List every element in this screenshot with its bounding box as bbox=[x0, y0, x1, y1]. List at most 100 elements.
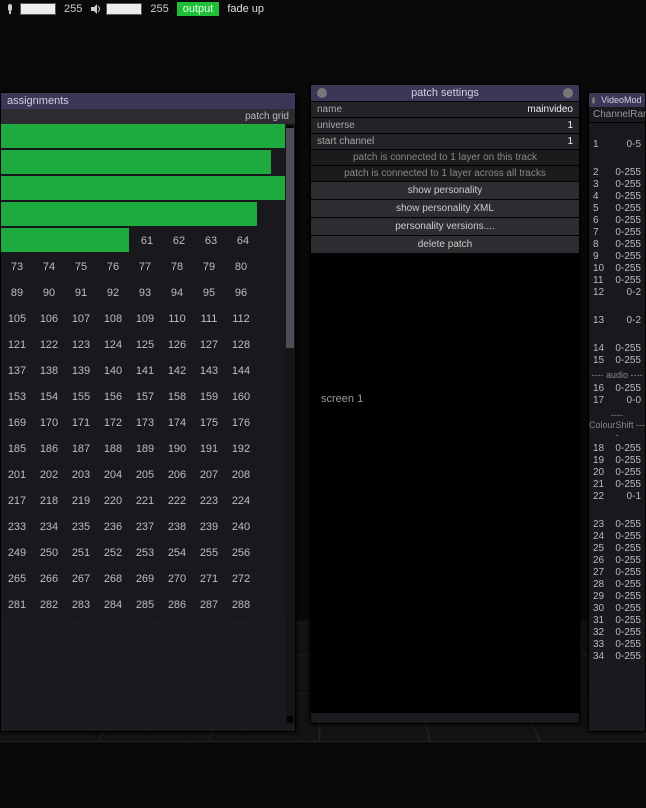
grid-cell[interactable]: 61 bbox=[131, 235, 163, 247]
grid-cell[interactable]: 159 bbox=[193, 391, 225, 403]
grid-cell[interactable]: 158 bbox=[161, 391, 193, 403]
grid-cell[interactable]: 107 bbox=[65, 313, 97, 325]
grid-cell[interactable]: 92 bbox=[97, 287, 129, 299]
grid-cell[interactable]: 144 bbox=[225, 365, 257, 377]
grid-cell[interactable]: 111 bbox=[193, 313, 225, 325]
channel-row[interactable]: 330-255 bbox=[589, 639, 645, 651]
grid-cell[interactable]: 268 bbox=[97, 573, 129, 585]
grid-cell[interactable]: 173 bbox=[129, 417, 161, 429]
grid-cell[interactable]: 204 bbox=[97, 469, 129, 481]
channel-row[interactable]: 120-2 bbox=[589, 287, 645, 299]
show-personality-xml-button[interactable]: show personality XML bbox=[311, 199, 579, 217]
grid-cell[interactable]: 254 bbox=[161, 547, 193, 559]
scroll-thumb[interactable] bbox=[286, 128, 294, 348]
grid-cell[interactable]: 75 bbox=[65, 261, 97, 273]
grid-cell[interactable]: 285 bbox=[129, 599, 161, 611]
grid-cell[interactable]: 270 bbox=[161, 573, 193, 585]
grid-cell[interactable]: 207 bbox=[193, 469, 225, 481]
channel-row[interactable]: 30-255 bbox=[589, 179, 645, 191]
patch-bar[interactable] bbox=[1, 176, 285, 200]
channel-row[interactable]: 280-255 bbox=[589, 579, 645, 591]
grid-cell[interactable]: 110 bbox=[161, 313, 193, 325]
grid-cell[interactable]: 64 bbox=[227, 235, 259, 247]
grid-cell[interactable]: 191 bbox=[193, 443, 225, 455]
grid-cell[interactable]: 125 bbox=[129, 339, 161, 351]
channel-row[interactable]: 170-0 bbox=[589, 395, 645, 407]
grid-cell[interactable]: 205 bbox=[129, 469, 161, 481]
grid-cell[interactable]: 154 bbox=[33, 391, 65, 403]
channel-row[interactable]: 340-255 bbox=[589, 651, 645, 663]
grid-cell[interactable]: 239 bbox=[193, 521, 225, 533]
grid-cell[interactable]: 62 bbox=[163, 235, 195, 247]
grid-cell[interactable]: 281 bbox=[1, 599, 33, 611]
personality-versions-button[interactable]: personality versions.... bbox=[311, 217, 579, 235]
grid-cell[interactable]: 224 bbox=[225, 495, 257, 507]
grid-cell[interactable]: 255 bbox=[193, 547, 225, 559]
grid-cell[interactable]: 95 bbox=[193, 287, 225, 299]
volume-slider-1[interactable] bbox=[20, 3, 56, 15]
grid-cell[interactable]: 160 bbox=[225, 391, 257, 403]
grid-cell[interactable]: 219 bbox=[65, 495, 97, 507]
channel-row[interactable]: 230-255 bbox=[589, 519, 645, 531]
grid-cell[interactable]: 156 bbox=[97, 391, 129, 403]
channel-row[interactable]: 90-255 bbox=[589, 251, 645, 263]
grid-cell[interactable]: 287 bbox=[193, 599, 225, 611]
grid-cell[interactable]: 77 bbox=[129, 261, 161, 273]
field-name[interactable]: name mainvideo bbox=[311, 101, 579, 117]
assignments-header[interactable]: assignments bbox=[1, 93, 295, 109]
grid-cell[interactable]: 170 bbox=[33, 417, 65, 429]
channel-header[interactable]: VideoModule v0; 60 ch bbox=[589, 93, 645, 107]
grid-cell[interactable]: 250 bbox=[33, 547, 65, 559]
channel-row[interactable]: 140-255 bbox=[589, 343, 645, 355]
grid-cell[interactable]: 109 bbox=[129, 313, 161, 325]
channel-row[interactable]: 270-255 bbox=[589, 567, 645, 579]
grid-cell[interactable]: 240 bbox=[225, 521, 257, 533]
grid-cell[interactable]: 203 bbox=[65, 469, 97, 481]
delete-patch-button[interactable]: delete patch bbox=[311, 235, 579, 253]
channel-row[interactable]: 100-255 bbox=[589, 263, 645, 275]
grid-cell[interactable]: 236 bbox=[97, 521, 129, 533]
grid-cell[interactable]: 96 bbox=[225, 287, 257, 299]
grid-cell[interactable]: 271 bbox=[193, 573, 225, 585]
grid-cell[interactable]: 105 bbox=[1, 313, 33, 325]
grid-cell[interactable]: 188 bbox=[97, 443, 129, 455]
channel-row[interactable]: 190-255 bbox=[589, 455, 645, 467]
grid-cell[interactable]: 124 bbox=[97, 339, 129, 351]
volume-slider-2[interactable] bbox=[106, 3, 142, 15]
grid-cell[interactable]: 94 bbox=[161, 287, 193, 299]
grid-cell[interactable]: 233 bbox=[1, 521, 33, 533]
grid-cell[interactable]: 186 bbox=[33, 443, 65, 455]
channel-row[interactable]: 160-255 bbox=[589, 383, 645, 395]
grid-cell[interactable]: 123 bbox=[65, 339, 97, 351]
channel-row[interactable]: 320-255 bbox=[589, 627, 645, 639]
grid-cell[interactable]: 284 bbox=[97, 599, 129, 611]
grid-cell[interactable]: 73 bbox=[1, 261, 33, 273]
grid-cell[interactable]: 139 bbox=[65, 365, 97, 377]
grid-cell[interactable]: 234 bbox=[33, 521, 65, 533]
grid-cell[interactable]: 267 bbox=[65, 573, 97, 585]
grid-cell[interactable]: 220 bbox=[97, 495, 129, 507]
channel-row[interactable]: 200-255 bbox=[589, 467, 645, 479]
scroll-down-icon[interactable] bbox=[287, 716, 293, 722]
channel-row[interactable]: 290-255 bbox=[589, 591, 645, 603]
grid-cell[interactable]: 157 bbox=[129, 391, 161, 403]
patch-bar[interactable] bbox=[1, 228, 129, 252]
grid-cell[interactable]: 190 bbox=[161, 443, 193, 455]
close-icon[interactable] bbox=[592, 97, 595, 104]
channel-row[interactable]: 70-255 bbox=[589, 227, 645, 239]
grid-cell[interactable]: 272 bbox=[225, 573, 257, 585]
grid-cell[interactable]: 89 bbox=[1, 287, 33, 299]
channel-row[interactable]: 130-2 bbox=[589, 315, 645, 327]
patch-header[interactable]: patch settings bbox=[311, 85, 579, 101]
grid-cell[interactable]: 137 bbox=[1, 365, 33, 377]
field-universe[interactable]: universe 1 bbox=[311, 117, 579, 133]
channel-row[interactable]: 40-255 bbox=[589, 191, 645, 203]
collapse-icon[interactable] bbox=[563, 88, 573, 98]
channel-row[interactable]: 210-255 bbox=[589, 479, 645, 491]
grid-cell[interactable]: 76 bbox=[97, 261, 129, 273]
grid-cell[interactable]: 108 bbox=[97, 313, 129, 325]
grid-cell[interactable]: 74 bbox=[33, 261, 65, 273]
channel-row[interactable]: 60-255 bbox=[589, 215, 645, 227]
channel-row[interactable]: 220-1 bbox=[589, 491, 645, 503]
grid-cell[interactable]: 221 bbox=[129, 495, 161, 507]
